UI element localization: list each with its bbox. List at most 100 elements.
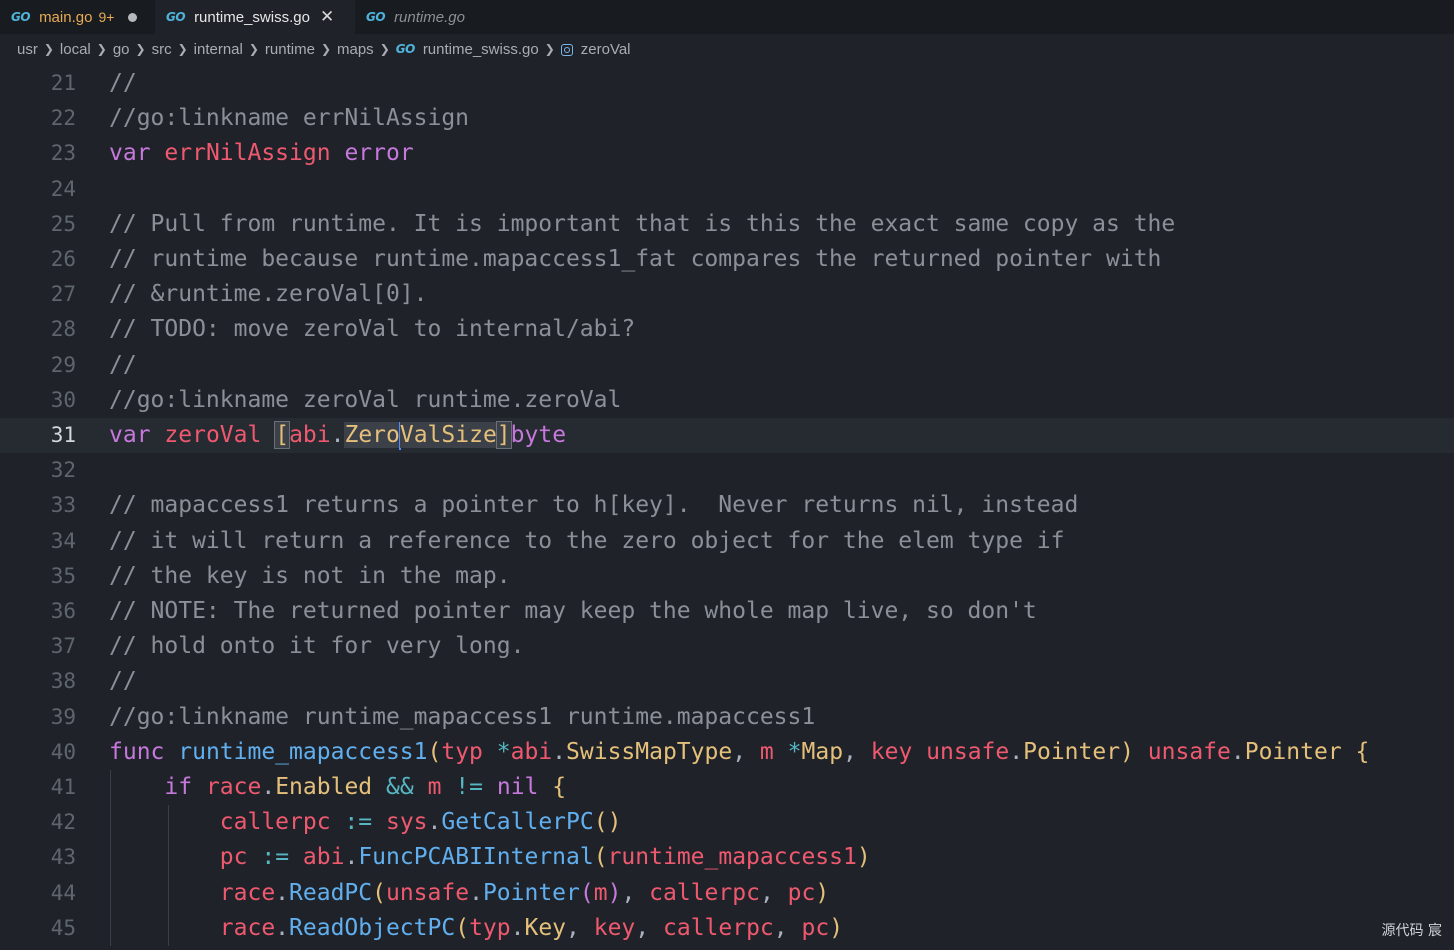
tab-label: main.go — [39, 8, 93, 26]
code-line[interactable]: 36 // NOTE: The returned pointer may keep… — [0, 594, 1454, 629]
breadcrumb-item-symbol[interactable]: zeroVal — [581, 41, 631, 58]
code-text[interactable]: race.ReadPC(unsafe.Pointer(m), callerpc,… — [109, 876, 829, 911]
code-line[interactable]: 33 // mapaccess1 returns a pointer to h[k… — [0, 488, 1454, 523]
code-text[interactable]: // runtime because runtime.mapaccess1_fa… — [109, 242, 1161, 277]
line-number: 45 — [50, 915, 76, 940]
code-line[interactable]: 26 // runtime because runtime.mapaccess1_… — [0, 242, 1454, 277]
line-number: 43 — [50, 845, 76, 870]
go-file-icon: GO — [166, 10, 186, 24]
code-line[interactable]: 37 // hold onto it for very long. — [0, 629, 1454, 664]
line-number: 22 — [50, 106, 76, 131]
code-text[interactable]: if race.Enabled && m != nil { — [109, 770, 566, 805]
code-line[interactable]: 27 // &runtime.zeroVal[0]. — [0, 277, 1454, 312]
indent-guide — [168, 805, 169, 946]
line-number: 24 — [50, 176, 76, 201]
code-line[interactable]: 23 var errNilAssign error — [0, 136, 1454, 171]
code-text[interactable]: // — [109, 664, 137, 699]
code-line[interactable]: 34 // it will return a reference to the z… — [0, 524, 1454, 559]
code-line[interactable]: 29 // — [0, 348, 1454, 383]
code-line[interactable]: 38 // — [0, 664, 1454, 699]
line-number: 38 — [50, 669, 76, 694]
breadcrumb-item-go[interactable]: go — [113, 41, 130, 58]
code-text[interactable]: // it will return a reference to the zer… — [109, 524, 1064, 559]
close-icon[interactable]: ✕ — [320, 8, 334, 26]
indent-guide — [110, 770, 111, 946]
code-text[interactable]: // — [109, 348, 137, 383]
line-number: 36 — [50, 599, 76, 623]
tab-bar: GO main.go 9+ GO runtime_swiss.go ✕ GO r… — [0, 0, 1454, 34]
code-text[interactable]: // &runtime.zeroVal[0]. — [109, 277, 428, 312]
go-file-icon: GO — [11, 10, 31, 24]
code-line[interactable]: 25 // Pull from runtime. It is important … — [0, 207, 1454, 242]
code-line[interactable]: 45 race.ReadObjectPC(typ.Key, key, calle… — [0, 911, 1454, 946]
breadcrumb-item-runtime[interactable]: runtime — [265, 41, 315, 58]
breadcrumb-item-src[interactable]: src — [152, 41, 172, 58]
variable-symbol-icon — [560, 44, 573, 56]
breadcrumb-item-internal[interactable]: internal — [194, 41, 243, 58]
code-line[interactable]: 43 pc := abi.FuncPCABIInternal(runtime_m… — [0, 840, 1454, 875]
code-line[interactable]: 24 — [0, 172, 1454, 207]
unsaved-dot-icon[interactable] — [128, 12, 138, 22]
code-line[interactable]: 41 if race.Enabled && m != nil { — [0, 770, 1454, 805]
tab-runtime-swiss-go[interactable]: GO runtime_swiss.go ✕ — [155, 0, 355, 34]
breadcrumb-item-local[interactable]: local — [60, 41, 91, 58]
code-text[interactable]: callerpc := sys.GetCallerPC() — [109, 805, 622, 840]
code-text[interactable]: var errNilAssign error — [109, 136, 414, 171]
code-line[interactable]: 32 — [0, 453, 1454, 488]
code-line[interactable]: 44 race.ReadPC(unsafe.Pointer(m), caller… — [0, 876, 1454, 911]
line-number: 23 — [50, 141, 76, 166]
code-text[interactable]: // mapaccess1 returns a pointer to h[key… — [109, 488, 1078, 523]
code-line[interactable]: 22 //go:linkname errNilAssign — [0, 101, 1454, 136]
code-text[interactable]: func runtime_mapaccess1(typ *abi.SwissMa… — [109, 735, 1369, 770]
tab-main-go[interactable]: GO main.go 9+ — [0, 0, 155, 34]
code-line[interactable]: 35 // the key is not in the map. — [0, 559, 1454, 594]
line-number: 40 — [50, 739, 76, 764]
line-number: 32 — [50, 458, 76, 483]
line-number: 29 — [50, 352, 76, 377]
code-text[interactable]: //go:linkname runtime_mapaccess1 runtime… — [109, 700, 815, 735]
chevron-right-icon: ❯ — [320, 42, 331, 56]
code-line[interactable]: 28 // TODO: move zeroVal to internal/abi? — [0, 312, 1454, 347]
breadcrumb-item-maps[interactable]: maps — [337, 41, 374, 58]
line-number: 41 — [50, 775, 76, 799]
line-number: 39 — [50, 704, 76, 729]
line-number: 35 — [50, 563, 76, 588]
code-text[interactable]: //go:linkname errNilAssign — [109, 101, 469, 136]
line-number: 28 — [50, 317, 76, 342]
line-number: 26 — [50, 247, 76, 271]
code-text[interactable]: // NOTE: The returned pointer may keep t… — [109, 594, 1037, 629]
chevron-right-icon: ❯ — [96, 42, 107, 56]
code-text[interactable]: var zeroVal [abi.ZeroValSize]byte — [109, 418, 566, 453]
code-line[interactable]: 39 //go:linkname runtime_mapaccess1 runti… — [0, 700, 1454, 735]
code-text[interactable]: // Pull from runtime. It is important th… — [109, 207, 1175, 242]
chevron-right-icon: ❯ — [248, 42, 259, 56]
chevron-right-icon: ❯ — [177, 42, 188, 56]
code-line[interactable]: 31 var zeroVal [abi.ZeroValSize]byte — [0, 418, 1454, 454]
line-number: 21 — [50, 71, 76, 95]
code-text[interactable]: pc := abi.FuncPCABIInternal(runtime_mapa… — [109, 840, 871, 875]
go-file-icon: GO — [395, 42, 416, 56]
problems-badge: 9+ — [98, 9, 115, 25]
line-number: 33 — [50, 493, 76, 518]
code-line[interactable]: 40 func runtime_mapaccess1(typ *abi.Swiss… — [0, 735, 1454, 770]
code-editor[interactable]: 21 // 22 //go:linkname errNilAssign 23 var er… — [0, 66, 1454, 950]
chevron-right-icon: ❯ — [43, 42, 54, 56]
line-number: 34 — [50, 528, 76, 553]
code-line[interactable]: 42 callerpc := sys.GetCallerPC() — [0, 805, 1454, 840]
code-text[interactable]: //go:linkname zeroVal runtime.zeroVal — [109, 383, 621, 418]
vscode-window: GO main.go 9+ GO runtime_swiss.go ✕ GO r… — [0, 0, 1454, 950]
code-text[interactable]: // hold onto it for very long. — [109, 629, 524, 664]
code-text[interactable]: race.ReadObjectPC(typ.Key, key, callerpc… — [109, 911, 843, 946]
chevron-right-icon: ❯ — [379, 42, 390, 56]
code-line[interactable]: 30 //go:linkname zeroVal runtime.zeroVal — [0, 383, 1454, 418]
code-text[interactable]: // the key is not in the map. — [109, 559, 511, 594]
tab-runtime-go[interactable]: GO runtime.go — [355, 0, 510, 34]
breadcrumb-item-file[interactable]: runtime_swiss.go — [423, 41, 539, 58]
code-text[interactable]: // TODO: move zeroVal to internal/abi? — [109, 312, 635, 347]
go-file-icon: GO — [366, 10, 386, 24]
code-line[interactable]: 21 // — [0, 66, 1454, 101]
line-number: 42 — [50, 810, 76, 835]
breadcrumb-item-usr[interactable]: usr — [17, 41, 38, 58]
breadcrumb: usr ❯ local ❯ go ❯ src ❯ internal ❯ runt… — [0, 34, 1454, 64]
code-text[interactable]: // — [109, 66, 137, 101]
